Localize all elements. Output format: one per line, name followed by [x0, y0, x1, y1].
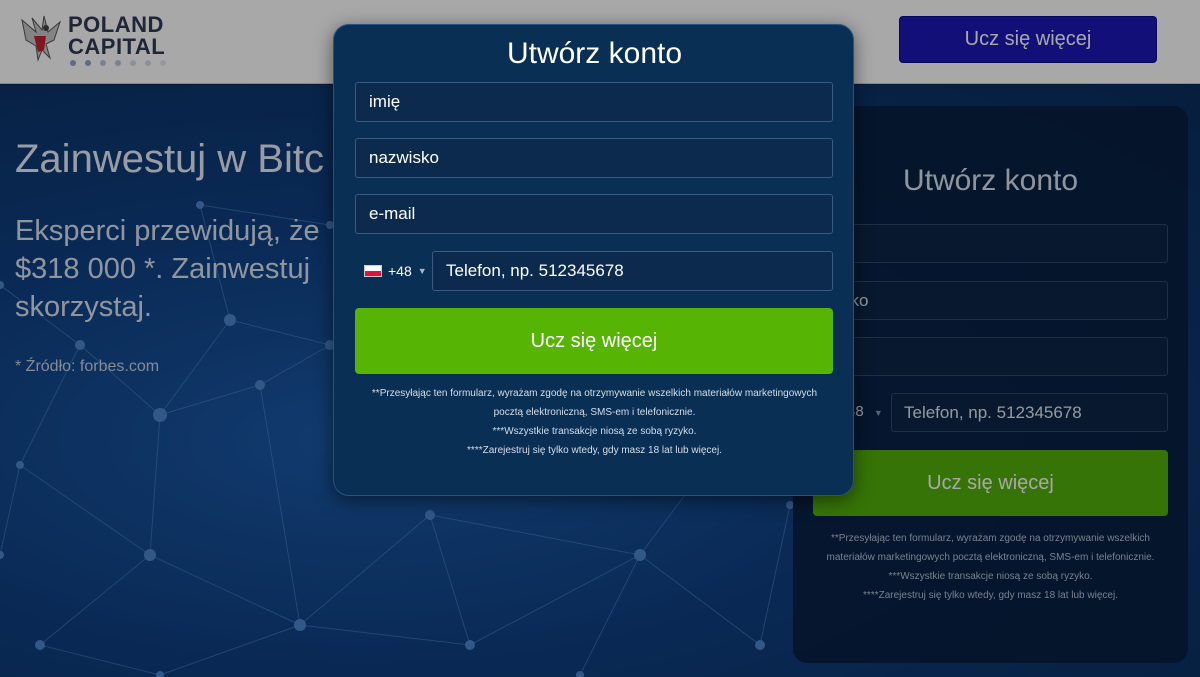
chevron-down-icon: ▼	[417, 266, 427, 276]
first-name-field[interactable]: imię	[355, 82, 833, 122]
poland-flag-icon	[364, 265, 382, 277]
modal-title: Utwórz konto	[506, 37, 683, 70]
signup-modal: Utwórz konto imię nazwisko e-mail +48 ▼ …	[333, 24, 854, 496]
country-code-value: +48	[388, 263, 412, 279]
country-code-selector[interactable]: +48 ▼	[355, 251, 431, 291]
phone-field[interactable]: Telefon, np. 512345678	[432, 251, 833, 291]
disclaimer: **Przesyłając ten formularz, wyrażam zgo…	[348, 384, 841, 460]
consent-text-line-1: **Przesyłając ten formularz, wyrażam zgo…	[371, 388, 818, 399]
age-text: ****Zarejestruj się tylko wtedy, gdy mas…	[467, 445, 722, 456]
risk-text: ***Wszystkie transakcje niosą ze sobą ry…	[492, 426, 697, 437]
submit-button[interactable]: Ucz się więcej	[355, 308, 833, 374]
consent-text-line-2: pocztą elektroniczną, SMS-em i telefonic…	[493, 407, 696, 418]
last-name-field[interactable]: nazwisko	[355, 138, 833, 178]
email-field[interactable]: e-mail	[355, 194, 833, 234]
